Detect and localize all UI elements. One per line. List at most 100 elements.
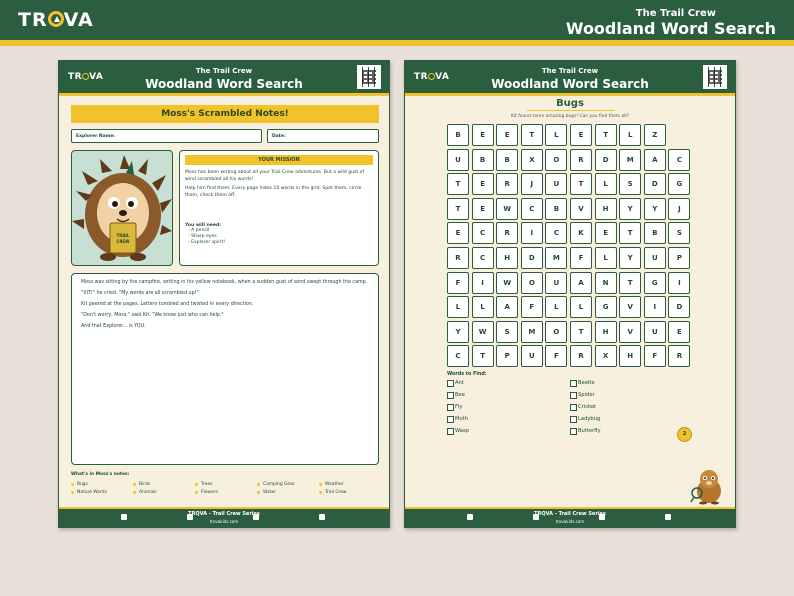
word-checkbox[interactable]: Beetle bbox=[570, 380, 595, 387]
grid-cell[interactable]: M bbox=[520, 320, 543, 343]
grid-cell[interactable]: E bbox=[668, 320, 691, 343]
word-checkbox[interactable]: Spider bbox=[570, 392, 595, 399]
grid-cell[interactable]: P bbox=[496, 345, 519, 368]
grid-cell[interactable]: W bbox=[496, 197, 519, 220]
grid-cell[interactable]: R bbox=[496, 173, 519, 196]
grid-cell[interactable]: C bbox=[545, 222, 568, 245]
grid-cell[interactable]: M bbox=[545, 247, 568, 269]
grid-cell[interactable]: I bbox=[471, 271, 494, 294]
grid-cell[interactable]: H bbox=[619, 345, 642, 368]
date-field[interactable]: Date: bbox=[267, 129, 379, 143]
grid-cell[interactable]: T bbox=[594, 124, 617, 146]
grid-cell[interactable]: L bbox=[545, 124, 568, 146]
grid-cell[interactable]: A bbox=[570, 271, 592, 294]
word-checkbox[interactable]: Butterfly bbox=[570, 428, 601, 435]
grid-cell[interactable]: E bbox=[471, 197, 494, 220]
grid-cell[interactable]: C bbox=[471, 247, 494, 269]
grid-cell[interactable]: C bbox=[668, 148, 691, 171]
grid-cell[interactable]: F bbox=[570, 247, 592, 269]
grid-cell[interactable]: T bbox=[619, 271, 642, 294]
grid-cell[interactable]: P bbox=[668, 247, 691, 269]
grid-cell[interactable]: O bbox=[520, 271, 543, 294]
grid-cell[interactable]: O bbox=[545, 148, 568, 171]
grid-cell[interactable]: F bbox=[447, 271, 469, 294]
grid-cell[interactable]: H bbox=[594, 197, 617, 220]
grid-cell[interactable]: B bbox=[447, 124, 469, 146]
grid-cell[interactable]: U bbox=[447, 148, 469, 171]
grid-cell[interactable]: R bbox=[570, 148, 592, 171]
grid-cell[interactable]: A bbox=[496, 296, 519, 319]
word-checkbox[interactable]: Cricket bbox=[570, 404, 596, 411]
grid-cell[interactable]: Z bbox=[643, 124, 666, 146]
grid-cell[interactable]: L bbox=[471, 296, 494, 319]
grid-cell[interactable]: J bbox=[668, 197, 691, 220]
grid-cell[interactable]: S bbox=[496, 320, 519, 343]
word-checkbox[interactable]: Fly bbox=[447, 404, 463, 411]
grid-cell[interactable]: U bbox=[545, 271, 568, 294]
grid-cell[interactable]: U bbox=[643, 320, 666, 343]
grid-cell[interactable]: B bbox=[545, 197, 568, 220]
grid-cell[interactable]: Y bbox=[619, 197, 642, 220]
grid-cell[interactable]: K bbox=[570, 222, 592, 245]
grid-cell[interactable]: B bbox=[471, 148, 494, 171]
grid-cell[interactable]: A bbox=[643, 148, 666, 171]
word-checkbox[interactable]: Bee bbox=[447, 392, 465, 399]
grid-cell[interactable]: L bbox=[545, 296, 568, 319]
grid-cell[interactable]: L bbox=[594, 173, 617, 196]
grid-cell[interactable]: S bbox=[619, 173, 642, 196]
grid-cell[interactable]: F bbox=[520, 296, 543, 319]
explorer-name-field[interactable]: Explorer Name: bbox=[71, 129, 262, 143]
grid-cell[interactable]: H bbox=[594, 320, 617, 343]
grid-cell[interactable]: E bbox=[471, 173, 494, 196]
grid-cell[interactable]: V bbox=[570, 197, 592, 220]
grid-cell[interactable]: X bbox=[594, 345, 617, 368]
grid-cell[interactable]: C bbox=[520, 197, 543, 220]
grid-cell[interactable]: I bbox=[668, 271, 691, 294]
grid-cell[interactable]: L bbox=[570, 296, 592, 319]
grid-cell[interactable]: R bbox=[496, 222, 519, 245]
grid-cell[interactable]: G bbox=[643, 271, 666, 294]
grid-cell[interactable]: E bbox=[594, 222, 617, 245]
grid-cell[interactable]: D bbox=[643, 173, 666, 196]
grid-cell[interactable]: T bbox=[471, 345, 494, 368]
grid-cell[interactable]: I bbox=[643, 296, 666, 319]
grid-cell[interactable]: B bbox=[496, 148, 519, 171]
grid-cell[interactable]: Y bbox=[447, 320, 469, 343]
grid-cell[interactable]: Y bbox=[619, 247, 642, 269]
grid-cell[interactable]: T bbox=[570, 320, 592, 343]
grid-cell[interactable]: D bbox=[668, 296, 691, 319]
grid-cell[interactable]: F bbox=[545, 345, 568, 368]
grid-cell[interactable]: C bbox=[471, 222, 494, 245]
grid-cell[interactable]: W bbox=[471, 320, 494, 343]
grid-cell[interactable]: J bbox=[520, 173, 543, 196]
grid-cell[interactable]: D bbox=[594, 148, 617, 171]
grid-cell[interactable]: R bbox=[447, 247, 469, 269]
word-checkbox[interactable]: Ladybug bbox=[570, 416, 600, 423]
grid-cell[interactable]: V bbox=[619, 320, 642, 343]
grid-cell[interactable]: E bbox=[570, 124, 592, 146]
grid-cell[interactable]: G bbox=[668, 173, 691, 196]
grid-cell[interactable]: D bbox=[520, 247, 543, 269]
grid-cell[interactable]: U bbox=[520, 345, 543, 368]
grid-cell[interactable]: T bbox=[447, 173, 469, 196]
word-checkbox[interactable]: Moth bbox=[447, 416, 468, 423]
grid-cell[interactable]: E bbox=[447, 222, 469, 245]
grid-cell[interactable]: L bbox=[619, 124, 642, 146]
grid-cell[interactable]: U bbox=[643, 247, 666, 269]
grid-cell[interactable]: L bbox=[447, 296, 469, 319]
grid-cell[interactable]: T bbox=[570, 173, 592, 196]
grid-cell[interactable]: T bbox=[520, 124, 543, 146]
grid-cell[interactable]: S bbox=[668, 222, 691, 245]
word-checkbox[interactable]: Ant bbox=[447, 380, 464, 387]
word-checkbox[interactable]: Wasp bbox=[447, 428, 469, 435]
grid-cell[interactable]: F bbox=[643, 345, 666, 368]
grid-cell[interactable]: E bbox=[496, 124, 519, 146]
grid-cell[interactable]: W bbox=[496, 271, 519, 294]
grid-cell[interactable]: G bbox=[594, 296, 617, 319]
grid-cell[interactable]: R bbox=[668, 345, 691, 368]
grid-cell[interactable]: L bbox=[594, 247, 617, 269]
grid-cell[interactable]: V bbox=[619, 296, 642, 319]
grid-cell[interactable]: M bbox=[619, 148, 642, 171]
grid-cell[interactable]: E bbox=[471, 124, 494, 146]
grid-cell[interactable]: B bbox=[643, 222, 666, 245]
